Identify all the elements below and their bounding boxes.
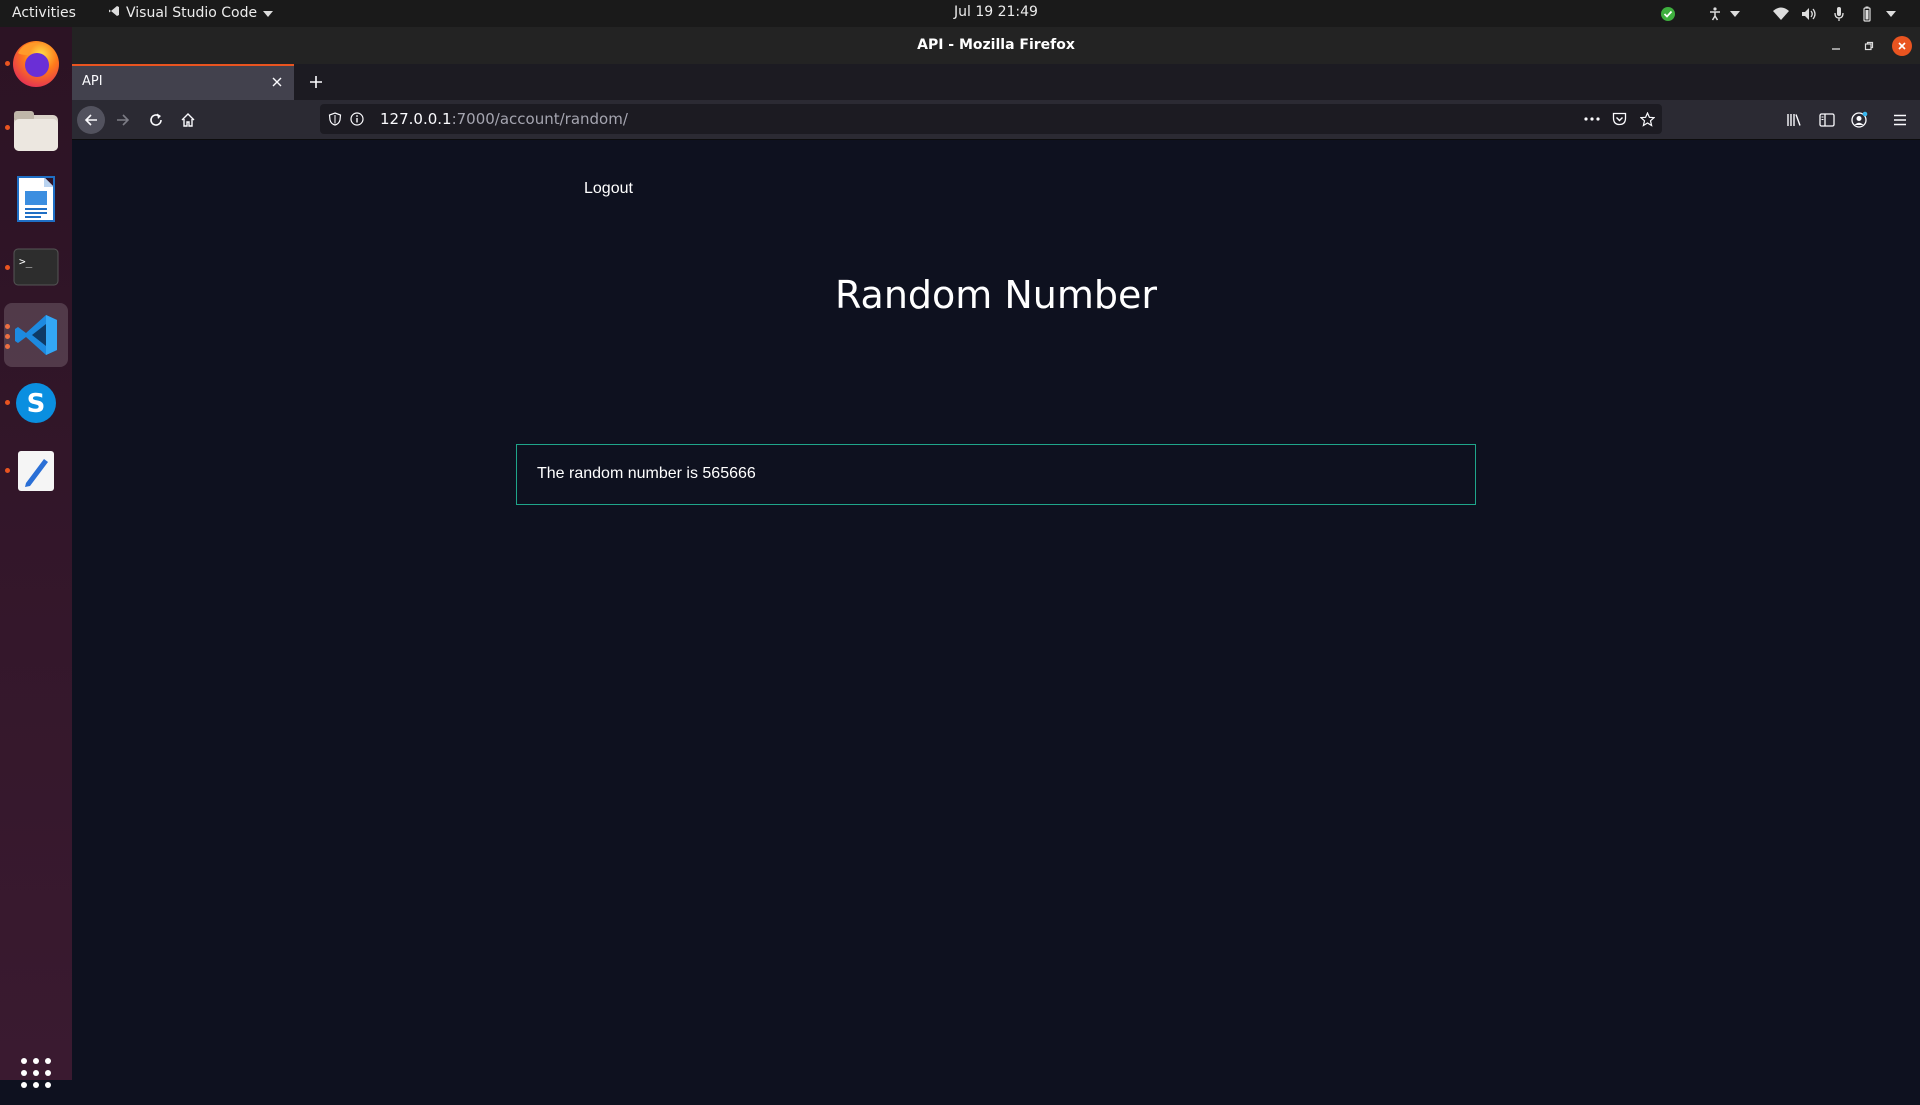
system-top-bar: Activities Visual Studio Code Jul 19 21:…: [0, 0, 1920, 27]
reload-button[interactable]: [142, 106, 170, 134]
svg-text:>_: >_: [19, 255, 33, 268]
home-button[interactable]: [174, 106, 202, 134]
close-window-icon[interactable]: [1892, 36, 1912, 56]
firefox-icon[interactable]: [4, 31, 68, 95]
pocket-icon[interactable]: [1610, 110, 1628, 128]
battery-icon[interactable]: [1858, 5, 1876, 23]
wifi-icon[interactable]: [1772, 5, 1790, 23]
tab-strip: API: [72, 64, 1920, 100]
accessibility-icon[interactable]: [1706, 5, 1724, 23]
tab-api[interactable]: API: [72, 64, 294, 100]
app-menu[interactable]: Visual Studio Code: [108, 5, 274, 21]
hamburger-menu-icon[interactable]: [1890, 110, 1910, 130]
restore-icon[interactable]: [1859, 36, 1879, 56]
terminal-icon[interactable]: >_: [4, 235, 68, 299]
logout-link[interactable]: Logout: [584, 180, 633, 198]
url-host: 127.0.0.1: [380, 110, 452, 128]
show-applications-button[interactable]: [4, 1041, 68, 1105]
page-content: Logout Random Number The random number i…: [72, 140, 1920, 1080]
shield-check-icon[interactable]: [1659, 5, 1677, 23]
dock: >_ S: [0, 27, 73, 1088]
firefox-window: API - Mozilla Firefox API 127.0.0.1:7000…: [72, 27, 1920, 1080]
chevron-down-icon[interactable]: [1882, 5, 1900, 23]
vscode-small-icon: [108, 5, 120, 21]
bookmark-star-icon[interactable]: [1638, 110, 1656, 128]
url-text: 127.0.0.1:7000/account/random/: [380, 110, 628, 128]
random-number-text: The random number is 565666: [537, 465, 756, 482]
new-tab-button[interactable]: [304, 70, 328, 94]
chevron-down-icon[interactable]: [1726, 5, 1744, 23]
vscode-icon[interactable]: [4, 303, 68, 367]
chevron-down-icon: [263, 5, 274, 21]
sidebar-icon[interactable]: [1817, 110, 1837, 130]
libreoffice-writer-icon[interactable]: [4, 167, 68, 231]
microphone-icon[interactable]: [1830, 5, 1848, 23]
svg-text:S: S: [27, 389, 46, 419]
clock[interactable]: Jul 19 21:49: [954, 4, 1038, 20]
close-tab-icon[interactable]: [268, 73, 286, 91]
site-info-icon[interactable]: [348, 110, 366, 128]
window-title: API - Mozilla Firefox: [917, 37, 1075, 53]
account-icon[interactable]: [1849, 110, 1869, 130]
skype-icon[interactable]: S: [4, 371, 68, 435]
minimize-icon[interactable]: [1826, 36, 1846, 56]
activities-button[interactable]: Activities: [12, 5, 76, 21]
volume-icon[interactable]: [1800, 5, 1818, 23]
library-icon[interactable]: [1784, 110, 1804, 130]
app-menu-label: Visual Studio Code: [126, 5, 258, 21]
tab-label: API: [82, 74, 103, 89]
url-path: :7000/account/random/: [451, 110, 628, 128]
text-editor-icon[interactable]: [4, 439, 68, 503]
files-icon[interactable]: [4, 99, 68, 163]
page-actions-icon[interactable]: [1583, 110, 1601, 128]
tracking-protection-shield-icon[interactable]: [326, 110, 344, 128]
page-title: Random Number: [834, 273, 1158, 317]
back-button[interactable]: [77, 106, 105, 134]
forward-button[interactable]: [109, 106, 137, 134]
window-titlebar[interactable]: API - Mozilla Firefox: [72, 27, 1920, 64]
random-number-box: The random number is 565666: [516, 444, 1476, 505]
navigation-toolbar: 127.0.0.1:7000/account/random/: [72, 100, 1920, 140]
url-bar[interactable]: 127.0.0.1:7000/account/random/: [320, 104, 1662, 134]
